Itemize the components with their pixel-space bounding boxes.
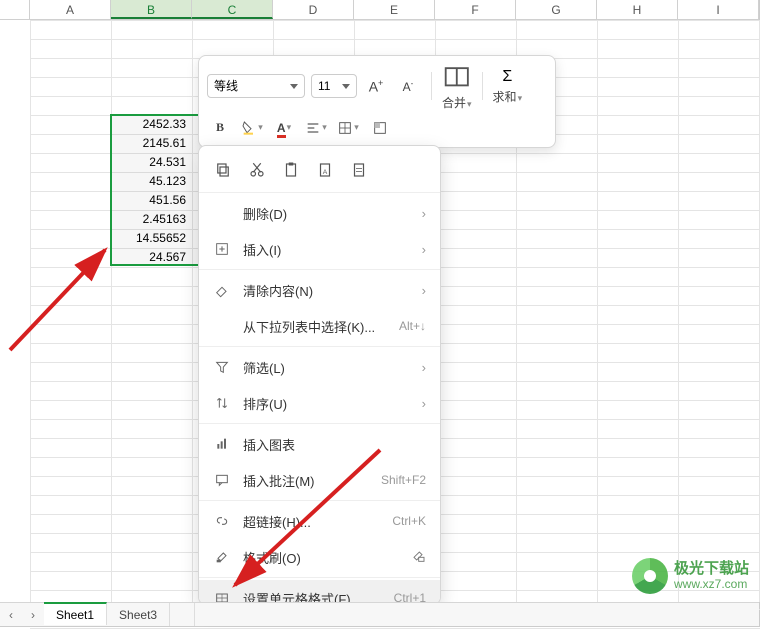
ctx-sort-label: 排序(U) — [243, 394, 410, 413]
ctx-comment[interactable]: 插入批注(M)Shift+F2 — [199, 462, 440, 498]
brush-icon — [213, 548, 231, 566]
watermark-en: www.xz7.com — [674, 578, 749, 591]
watermark-cn: 极光下载站 — [674, 561, 749, 578]
ctx-clear-label: 清除内容(N) — [243, 281, 410, 300]
ctx-hyperlink-label: 超链接(H)... — [243, 512, 380, 531]
svg-text:A: A — [323, 169, 328, 176]
borders-button[interactable]: ▾ — [335, 115, 361, 141]
column-header-E[interactable]: E — [354, 0, 435, 19]
cell-B7[interactable]: 2145.61 — [111, 134, 190, 153]
select-all-corner[interactable] — [0, 0, 30, 19]
ctx-delete[interactable]: 删除(D) › — [199, 195, 440, 231]
ctx-insert-label: 插入(I) — [243, 240, 410, 259]
comment-icon — [213, 471, 231, 489]
cell-B9[interactable]: 45.123 — [111, 172, 190, 191]
ctx-filter-label: 筛选(L) — [243, 358, 410, 377]
cell-B12[interactable]: 14.55652 — [111, 229, 190, 248]
insert-icon — [213, 240, 231, 258]
cell-B8[interactable]: 24.531 — [111, 153, 190, 172]
cell-B13[interactable]: 24.567 — [111, 248, 190, 267]
ctx-hyperlink[interactable]: 超链接(H)...Ctrl+K — [199, 503, 440, 539]
chevron-down-icon — [342, 84, 350, 89]
align-button[interactable]: ▾ — [303, 115, 329, 141]
cell-B6[interactable]: 2452.33 — [111, 115, 190, 134]
ctx-format-paint[interactable]: 格式刷(O) — [199, 539, 440, 575]
chevron-right-icon: › — [422, 206, 426, 221]
chevron-down-icon — [290, 84, 298, 89]
autosum-button[interactable]: Σ 求和▾ — [493, 68, 523, 105]
chart-icon — [213, 435, 231, 453]
blank-icon — [213, 317, 231, 335]
ctx-chart[interactable]: 插入图表 — [199, 426, 440, 462]
fill-color-button[interactable]: ▾ — [239, 115, 265, 141]
sheet-tab-sheet1[interactable]: Sheet1 — [44, 602, 107, 625]
font-size-value: 11 — [318, 75, 330, 97]
ctx-from-dropdown-label: 从下拉列表中选择(K)... — [243, 317, 387, 336]
decrease-font-button[interactable]: A- — [395, 73, 421, 99]
column-header-F[interactable]: F — [435, 0, 516, 19]
chevron-right-icon: › — [422, 396, 426, 411]
sheet-tab-next-hidden[interactable] — [170, 603, 195, 626]
watermark: 极光下载站 www.xz7.com — [632, 558, 749, 594]
filter-icon — [213, 358, 231, 376]
brush-lock-icon[interactable] — [410, 548, 426, 567]
font-size-select[interactable]: 11 — [311, 74, 357, 98]
paste-options-icon[interactable] — [349, 160, 369, 180]
column-header-D[interactable]: D — [273, 0, 354, 19]
column-header-I[interactable]: I — [678, 0, 759, 19]
watermark-logo-icon — [632, 558, 668, 594]
sheet-tab-bar: ‹ › Sheet1Sheet3 — [0, 602, 759, 626]
column-headers: ABCDEFGHI — [0, 0, 759, 20]
ctx-sort[interactable]: 排序(U) › — [199, 385, 440, 421]
column-header-H[interactable]: H — [597, 0, 678, 19]
cut-icon[interactable] — [247, 160, 267, 180]
ctx-clear[interactable]: 清除内容(N) › — [199, 272, 440, 308]
ctx-chart-label: 插入图表 — [243, 435, 426, 454]
context-menu: A 删除(D) › 插入(I) › 清除内容(N) › 从下拉列表中选择(K)...Alt+↓… — [198, 145, 441, 605]
cell-B10[interactable]: 451.56 — [111, 191, 190, 210]
sheet-next-button[interactable]: › — [22, 608, 44, 622]
column-header-B[interactable]: B — [111, 0, 192, 19]
ctx-from-dropdown[interactable]: 从下拉列表中选择(K)...Alt+↓ — [199, 308, 440, 344]
ctx-delete-label: 删除(D) — [243, 204, 410, 223]
column-header-C[interactable]: C — [192, 0, 273, 19]
ctx-filter[interactable]: 筛选(L) › — [199, 349, 440, 385]
link-icon — [213, 512, 231, 530]
chevron-right-icon: › — [422, 360, 426, 375]
blank-icon — [213, 204, 231, 222]
ctx-insert[interactable]: 插入(I) › — [199, 231, 440, 267]
font-family-select[interactable]: 等线 — [207, 74, 305, 98]
increase-font-button[interactable]: A+ — [363, 73, 389, 99]
chevron-right-icon: › — [422, 283, 426, 298]
paste-text-icon[interactable]: A — [315, 160, 335, 180]
eraser-icon — [213, 281, 231, 299]
chevron-right-icon: › — [422, 242, 426, 257]
merge-cells-button[interactable]: 合并▾ — [442, 62, 472, 111]
sort-icon — [213, 394, 231, 412]
sheet-prev-button[interactable]: ‹ — [0, 608, 22, 622]
font-color-button[interactable]: A▾ — [271, 115, 297, 141]
bold-button[interactable]: B — [207, 115, 233, 141]
column-header-G[interactable]: G — [516, 0, 597, 19]
column-header-A[interactable]: A — [30, 0, 111, 19]
mini-toolbar: 等线 11 A+ A- 合并▾ Σ 求和▾ B ▾ — [198, 55, 556, 148]
ctx-comment-label: 插入批注(M) — [243, 471, 369, 490]
ctx-format-paint-label: 格式刷(O) — [243, 548, 398, 567]
copy-icon[interactable] — [213, 160, 233, 180]
paste-icon[interactable] — [281, 160, 301, 180]
font-family-value: 等线 — [214, 75, 238, 97]
sheet-tab-sheet3[interactable]: Sheet3 — [107, 603, 170, 626]
cell-styles-button[interactable] — [367, 115, 393, 141]
cell-B11[interactable]: 2.45163 — [111, 210, 190, 229]
